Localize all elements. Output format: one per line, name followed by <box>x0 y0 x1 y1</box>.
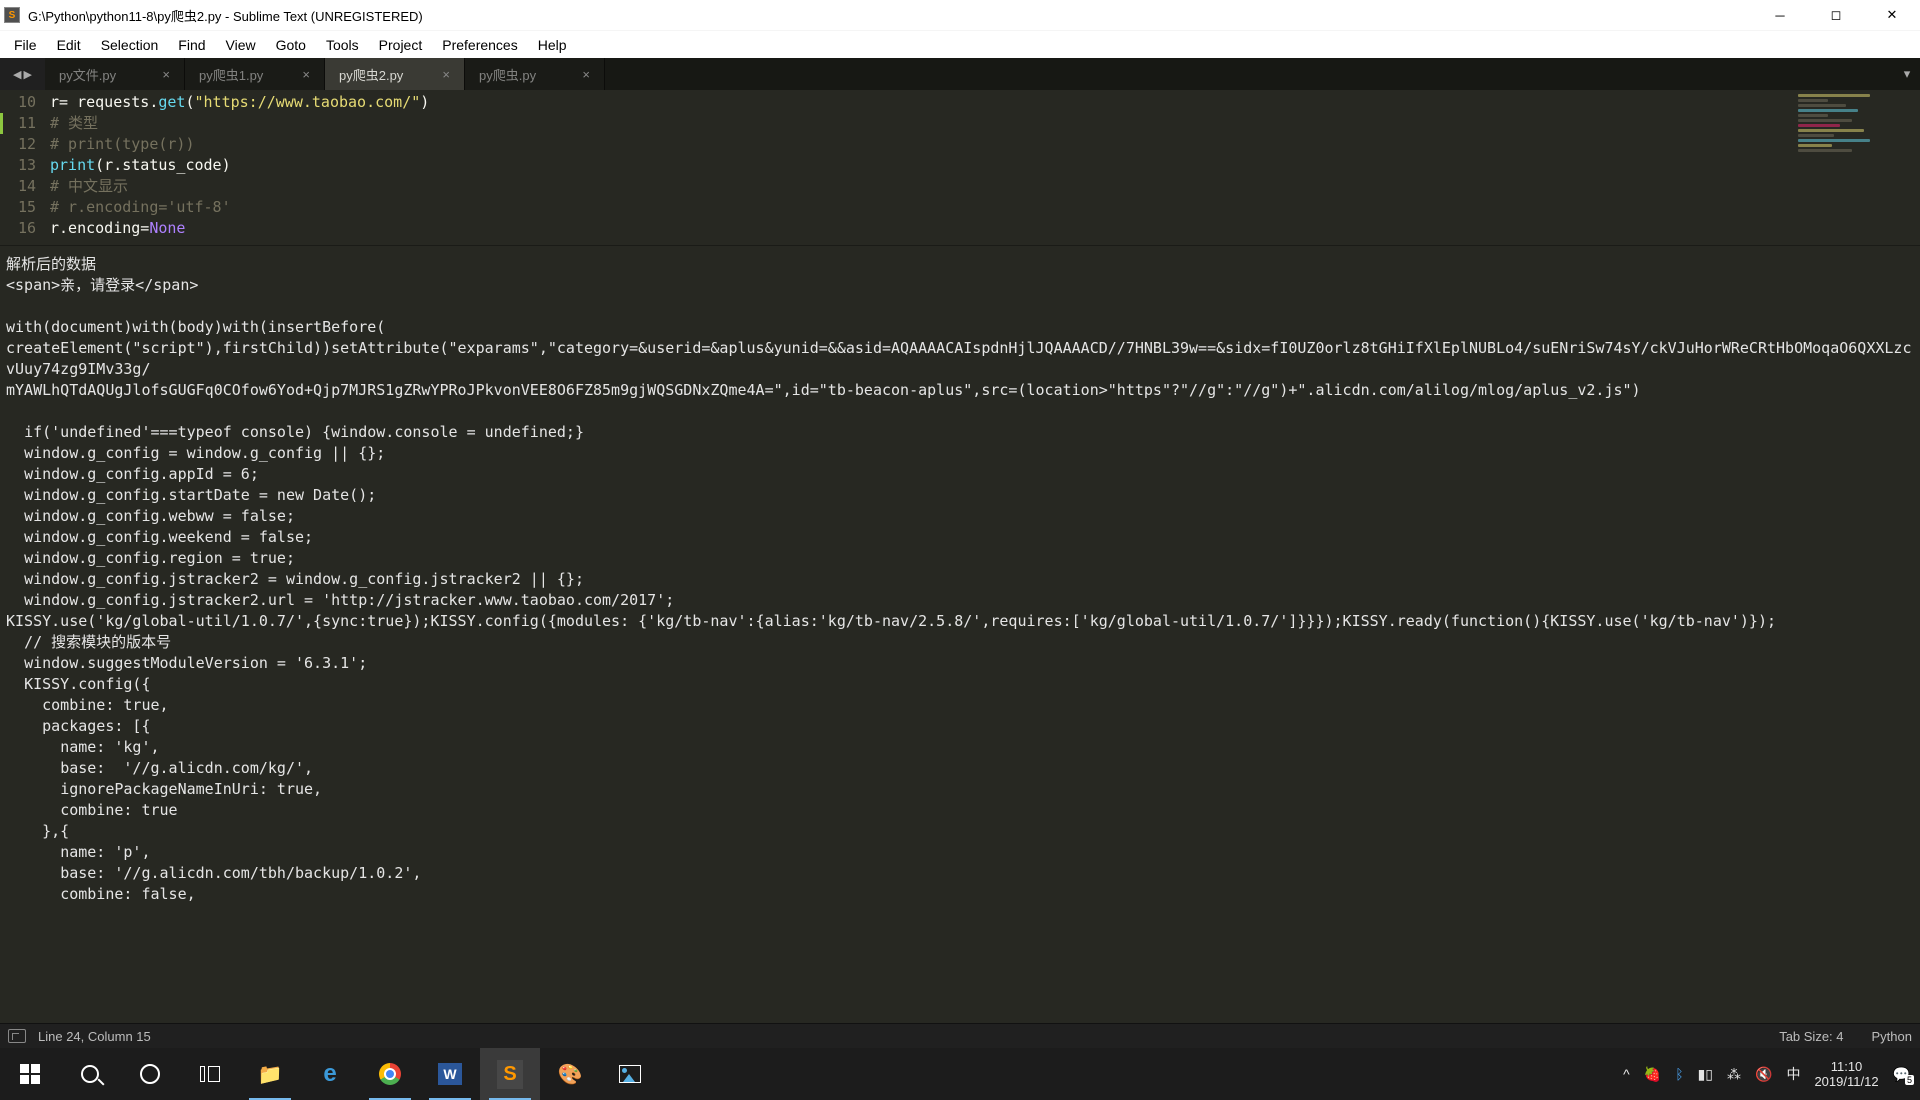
edge-icon[interactable]: e <box>300 1048 360 1100</box>
close-button[interactable]: ✕ <box>1864 0 1920 30</box>
tab-label: py爬虫.py <box>479 65 556 84</box>
file-tab[interactable]: py爬虫1.py × <box>185 58 325 90</box>
start-button[interactable] <box>0 1048 60 1100</box>
file-tab[interactable]: py文件.py × <box>45 58 185 90</box>
search-button[interactable] <box>60 1048 120 1100</box>
maximize-button[interactable]: ◻ <box>1808 0 1864 30</box>
menu-preferences[interactable]: Preferences <box>432 33 527 57</box>
file-tab[interactable]: py爬虫2.py × <box>325 58 465 90</box>
photos-icon[interactable] <box>600 1048 660 1100</box>
sublime-icon[interactable]: S <box>480 1048 540 1100</box>
tab-close-icon[interactable]: × <box>442 67 450 82</box>
tab-history-nav[interactable]: ◀▶ <box>0 58 45 90</box>
tab-label: py文件.py <box>59 65 136 84</box>
menu-find[interactable]: Find <box>168 33 215 57</box>
tab-overflow-icon[interactable]: ▾ <box>1894 58 1920 90</box>
menu-tools[interactable]: Tools <box>316 33 369 57</box>
menubar: FileEditSelectionFindViewGotoToolsProjec… <box>0 30 1920 58</box>
code-area[interactable]: r= requests.get("https://www.taobao.com/… <box>50 90 1920 245</box>
word-icon[interactable]: W <box>420 1048 480 1100</box>
paint-icon[interactable]: 🎨 <box>540 1048 600 1100</box>
tab-close-icon[interactable]: × <box>302 67 310 82</box>
window-title: G:\Python\python11-8\py爬虫2.py - Sublime … <box>28 6 423 25</box>
system-tray[interactable]: ^ 🍓 ᛒ ▮▯ ⁂ 🔇 中 11:10 2019/11/12 💬5 <box>1623 1059 1920 1089</box>
tab-size[interactable]: Tab Size: 4 <box>1779 1029 1843 1044</box>
editor[interactable]: 10111213141516 r= requests.get("https://… <box>0 90 1920 245</box>
tab-label: py爬虫2.py <box>339 65 416 84</box>
panel-switcher-icon[interactable] <box>8 1029 26 1043</box>
app-icon: S <box>4 7 20 23</box>
menu-goto[interactable]: Goto <box>266 33 316 57</box>
taskbar: 📁 e W S 🎨 ^ 🍓 ᛒ ▮▯ ⁂ 🔇 中 11:10 2019/11/1… <box>0 1048 1920 1100</box>
chrome-icon[interactable] <box>360 1048 420 1100</box>
ime-indicator[interactable]: 中 <box>1786 1064 1800 1084</box>
menu-file[interactable]: File <box>4 33 47 57</box>
syntax-mode[interactable]: Python <box>1872 1029 1912 1044</box>
tab-label: py爬虫1.py <box>199 65 276 84</box>
titlebar: S G:\Python\python11-8\py爬虫2.py - Sublim… <box>0 0 1920 30</box>
statusbar: Line 24, Column 15 Tab Size: 4 Python <box>0 1023 1920 1048</box>
tabbar: ◀▶ py文件.py × py爬虫1.py × py爬虫2.py × py爬虫.py × ▾ <box>0 58 1920 90</box>
menu-help[interactable]: Help <box>528 33 577 57</box>
clock[interactable]: 11:10 2019/11/12 <box>1814 1059 1878 1089</box>
menu-selection[interactable]: Selection <box>91 33 169 57</box>
cortana-button[interactable] <box>120 1048 180 1100</box>
explorer-icon[interactable]: 📁 <box>240 1048 300 1100</box>
cursor-position: Line 24, Column 15 <box>38 1029 151 1044</box>
output-panel[interactable]: 解析后的数据 <span>亲，请登录</span> with(document)… <box>0 245 1920 1023</box>
menu-edit[interactable]: Edit <box>47 33 91 57</box>
tab-close-icon[interactable]: × <box>582 67 590 82</box>
minimap[interactable] <box>1798 92 1918 242</box>
tab-close-icon[interactable]: × <box>162 67 170 82</box>
gutter: 10111213141516 <box>0 90 50 245</box>
file-tab[interactable]: py爬虫.py × <box>465 58 605 90</box>
menu-project[interactable]: Project <box>369 33 433 57</box>
task-view-button[interactable] <box>180 1048 240 1100</box>
menu-view[interactable]: View <box>216 33 266 57</box>
minimize-button[interactable]: ─ <box>1752 0 1808 30</box>
